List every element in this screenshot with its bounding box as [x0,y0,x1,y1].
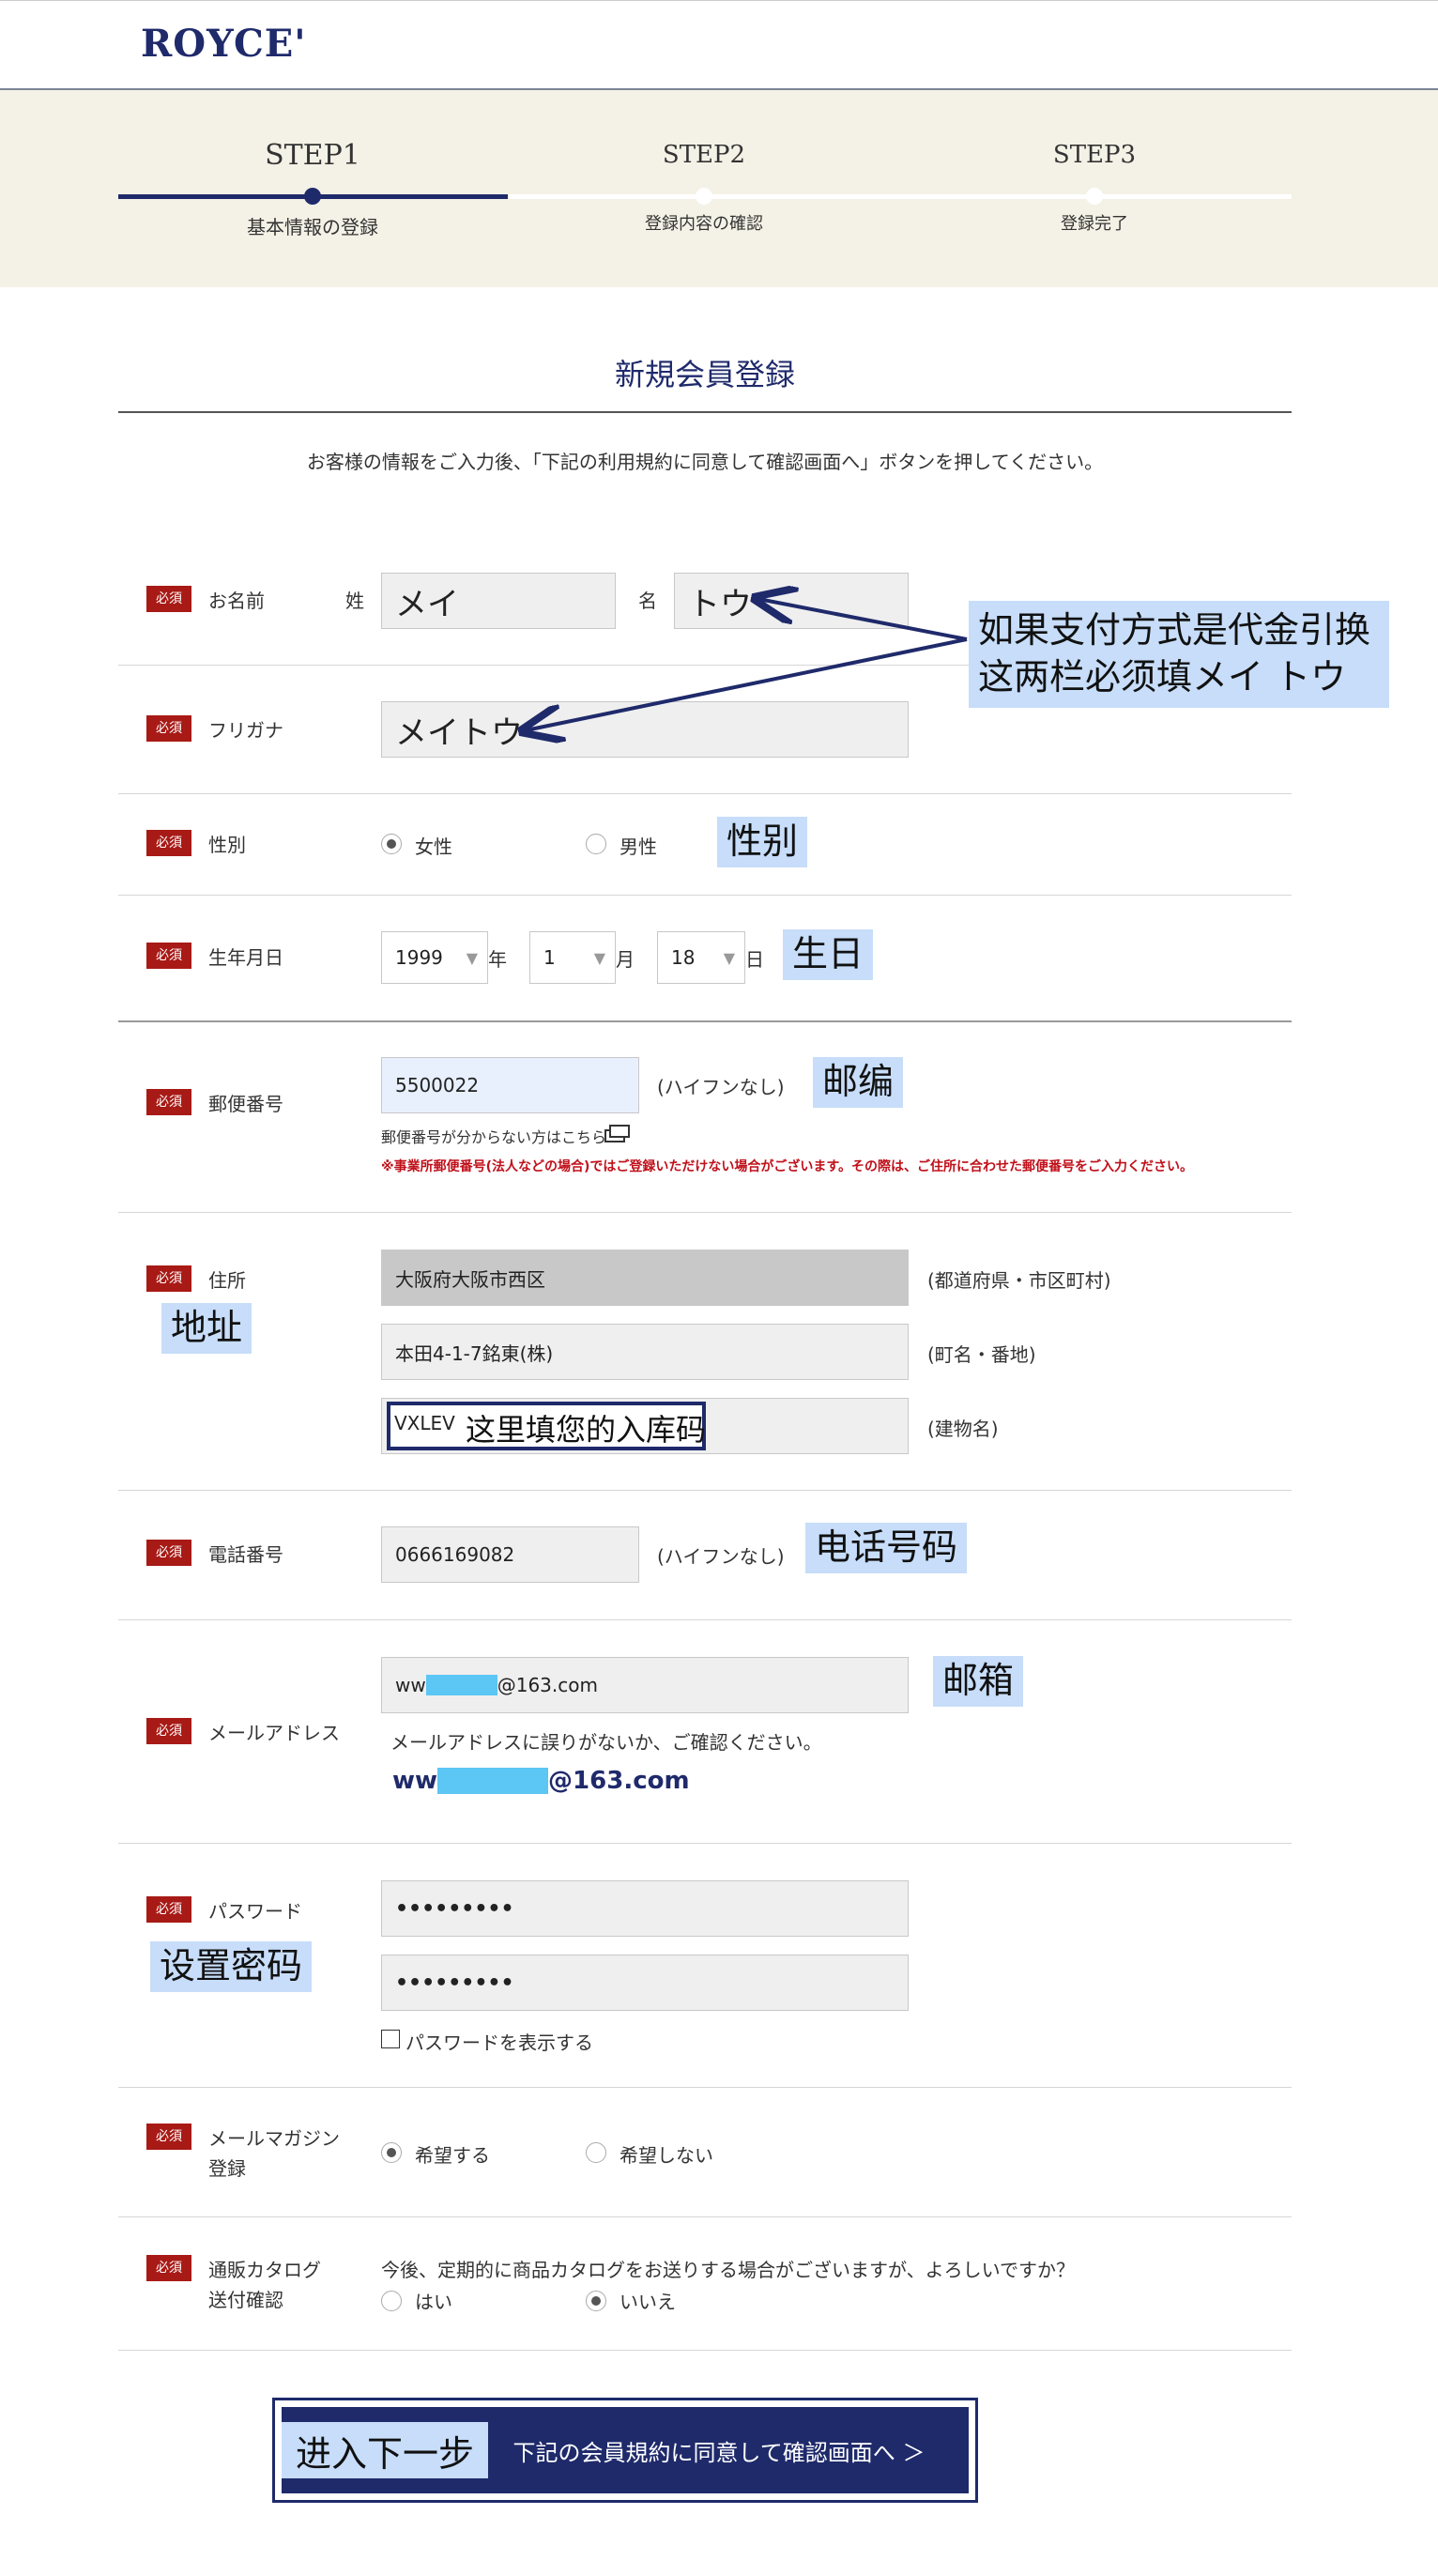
annotation-name-note: 如果支付方式是代金引换 这两栏必须填メイ トウ [969,601,1389,708]
address-line3-value: VXLEV [394,1412,455,1434]
magazine-no-radio[interactable] [586,2142,606,2163]
catalog-label: 通販カタログ 送付確認 [208,2255,321,2315]
magazine-yes-radio[interactable] [381,2142,402,2163]
required-badge: 必須 [146,1896,191,1923]
email-suffix: @163.com [497,1674,598,1696]
birth-day-select[interactable]: 18 ▼ [657,931,745,984]
row-separator [118,1212,1292,1213]
required-badge: 必須 [146,943,191,969]
password-label: パスワード [208,1900,302,1923]
email-confirm-suffix: @163.com [548,1767,690,1795]
email-confirm-text: メールアドレスに誤りがないか、ご確認ください。 [390,1731,822,1754]
address-line3-note: (建物名) [927,1418,999,1440]
address-label: 住所 [208,1269,246,1292]
birth-label: 生年月日 [208,946,283,969]
external-window-icon[interactable] [604,1125,631,1143]
row-separator [118,895,1292,896]
magazine-label-line1: メールマガジン [208,2127,340,2150]
postal-input[interactable]: 5500022 [381,1057,639,1113]
row-separator [118,2216,1292,2217]
annotation-email: 邮箱 [933,1656,1024,1707]
birth-day-value: 18 [671,946,696,969]
row-separator [118,1843,1292,1844]
address-line2-input[interactable]: 本田4-1-7銘東(株) [381,1324,909,1380]
dropdown-arrow-icon: ▼ [723,948,735,967]
required-badge: 必須 [146,2255,191,2281]
arrow-to-mei [758,599,968,641]
required-badge: 必須 [146,830,191,856]
email-input[interactable]: ww @163.com [381,1657,909,1713]
email-label: メールアドレス [208,1722,340,1744]
password-input[interactable]: ••••••••• [381,1880,909,1937]
row-separator [118,2087,1292,2088]
annotation-postal: 邮编 [813,1057,904,1108]
birth-month-select[interactable]: 1 ▼ [529,931,616,984]
magazine-no-label[interactable]: 希望しない [620,2140,713,2168]
postal-note: (ハイフンなし) [657,1076,785,1098]
magazine-label: メールマガジン 登録 [208,2124,340,2184]
row-separator [118,1490,1292,1491]
address-line1-note: (都道府県・市区町村) [927,1269,1111,1292]
password-confirm-input[interactable]: ••••••••• [381,1955,909,2011]
catalog-label-line1: 通販カタログ [208,2259,321,2281]
catalog-question: 今後、定期的に商品カタログをお送りする場合がございますが、よろしいですか？ [381,2259,1075,2281]
month-unit: 月 [616,948,635,971]
row-separator [118,1020,1292,1022]
redacted-block [425,1675,497,1695]
annotation-arrows [0,0,968,845]
gender-male-label[interactable]: 男性 [620,832,657,859]
dropdown-arrow-icon: ▼ [466,948,478,967]
required-badge: 必須 [146,1265,191,1292]
address-line2-note: (町名・番地) [927,1343,1036,1366]
required-badge: 必須 [146,2124,191,2150]
show-password-checkbox[interactable] [381,2030,400,2048]
year-unit: 年 [488,948,507,971]
address-line1-input[interactable]: 大阪府大阪市西区 [381,1250,909,1306]
row-separator [118,2350,1292,2351]
row-separator [118,793,1292,794]
gender-label: 性別 [208,834,246,856]
birth-year-select[interactable]: 1999 ▼ [381,931,488,984]
gender-female-label[interactable]: 女性 [415,832,452,859]
catalog-no-radio[interactable] [586,2291,606,2311]
annotation-gender: 性别 [717,817,808,867]
annotation-name-note-line1: 如果支付方式是代金引换 [978,609,1371,651]
phone-label: 電話番号 [208,1543,283,1566]
arrow-to-furigana [526,637,968,730]
phone-note: (ハイフンなし) [657,1545,785,1568]
annotation-address: 地址 [161,1303,252,1354]
magazine-yes-label[interactable]: 希望する [415,2140,490,2168]
redacted-block [437,1768,549,1794]
catalog-yes-label[interactable]: はい [415,2287,452,2314]
annotation-name-note-line2: 这两栏必须填メイ トウ [978,656,1347,698]
annotation-phone: 电话号码 [805,1523,968,1573]
required-badge: 必須 [146,1089,191,1115]
dropdown-arrow-icon: ▼ [593,948,605,967]
catalog-yes-radio[interactable] [381,2291,402,2311]
row-separator [118,1619,1292,1620]
email-confirm-display: ww @163.com [392,1767,690,1795]
email-confirm-prefix: ww [392,1767,438,1795]
postal-help-link[interactable]: 郵便番号が分からない方はこちら [381,1125,606,1147]
catalog-no-label[interactable]: いいえ [620,2287,676,2314]
annotation-next: 进入下一步 [282,2422,488,2478]
annotation-birth: 生日 [783,929,874,980]
birth-month-value: 1 [543,946,556,969]
annotation-password: 设置密码 [150,1941,313,1992]
show-password-label[interactable]: パスワードを表示する [405,2028,593,2055]
email-prefix: ww [395,1674,426,1696]
phone-input[interactable]: 0666169082 [381,1526,639,1583]
required-badge: 必須 [146,1718,191,1744]
day-unit: 日 [745,948,764,971]
gender-female-radio[interactable] [381,834,402,854]
gender-male-radio[interactable] [586,834,606,854]
birth-year-value: 1999 [395,946,443,969]
postal-label: 郵便番号 [208,1093,283,1115]
annotation-building: 这里填您的入库码 [466,1412,707,1448]
catalog-label-line2: 送付確認 [208,2289,283,2311]
required-badge: 必須 [146,1540,191,1566]
postal-warning: ※事業所郵便番号(法人などの場合)ではご登録いただけない場合がございます。その際… [381,1159,1194,1174]
magazine-label-line2: 登録 [208,2157,246,2180]
